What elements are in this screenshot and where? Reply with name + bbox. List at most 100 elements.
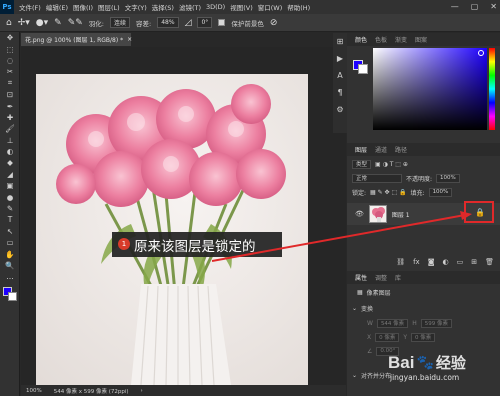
character-icon[interactable]: A xyxy=(333,67,347,84)
opacity-input[interactable]: 100% xyxy=(436,173,460,183)
menu-select[interactable]: 选择(S) xyxy=(152,2,174,12)
crop-tool-icon[interactable]: ⌗ xyxy=(0,78,20,89)
close-document-icon[interactable]: × xyxy=(127,36,132,43)
align-chevron-icon[interactable]: ⌄ xyxy=(352,372,357,379)
color-picker-cursor[interactable] xyxy=(478,50,484,56)
rectangle-tool-icon[interactable]: ▭ xyxy=(0,237,20,248)
frame-tool-icon[interactable]: ⊡ xyxy=(0,89,20,100)
eraser-tool-icon[interactable]: ◆ xyxy=(0,157,20,168)
quick-select-tool-icon[interactable]: ✂ xyxy=(0,66,20,77)
lasso-tool-icon[interactable]: ◌ xyxy=(0,55,20,66)
menu-layer[interactable]: 图层(L) xyxy=(98,2,120,12)
blur-tool-icon[interactable]: ▣ xyxy=(0,180,20,191)
x-label: X xyxy=(367,333,372,341)
filter-icons[interactable]: ▣ ◑ T ⬚ ⊕ xyxy=(375,161,408,168)
new-group-icon[interactable]: ▭ xyxy=(457,258,464,266)
home-icon[interactable]: ⌂ xyxy=(6,18,12,28)
tab-layers[interactable]: 图层 xyxy=(355,145,367,154)
menu-3d[interactable]: 3D(D) xyxy=(206,3,225,11)
hand-tool-icon[interactable]: ✋ xyxy=(0,248,20,259)
dodge-tool-icon[interactable]: ● xyxy=(0,191,20,202)
tab-paths[interactable]: 路径 xyxy=(395,145,407,154)
angle-input[interactable]: 0° xyxy=(197,17,213,28)
tab-channels[interactable]: 通道 xyxy=(375,145,387,154)
fill-input[interactable]: 100% xyxy=(428,187,453,197)
menu-type[interactable]: 文字(Y) xyxy=(125,2,147,12)
tab-adjustments[interactable]: 调整 xyxy=(375,273,387,282)
healing-tool-icon[interactable]: ✚ xyxy=(0,112,20,123)
zoom-level[interactable]: 100% xyxy=(26,388,42,394)
pen-tool-icon[interactable]: ✎ xyxy=(0,203,20,214)
menu-edit[interactable]: 编辑(E) xyxy=(46,2,68,12)
maximize-button[interactable]: ▢ xyxy=(471,2,479,11)
photoshop-logo[interactable]: Ps xyxy=(0,0,14,14)
path-select-tool-icon[interactable]: ↖ xyxy=(0,226,20,237)
delete-layer-icon[interactable]: 🗑 xyxy=(485,258,494,266)
history-icon[interactable]: ⊞ xyxy=(333,33,347,50)
brush-size-icon[interactable]: ●▾ xyxy=(36,18,48,28)
baidu-watermark: Bai 🐾 经验 jingyan.baidu.com xyxy=(388,352,498,392)
h-input[interactable]: 599 像素 xyxy=(420,318,452,328)
layer-filter-select[interactable]: 类型 xyxy=(352,159,372,169)
properties-panel-tabs: 属性 调整 库 xyxy=(347,271,500,284)
window-controls: — ▢ ✕ xyxy=(451,2,497,11)
menu-filter[interactable]: 滤镜(T) xyxy=(179,2,201,12)
brush-mode-icon[interactable]: ✎ xyxy=(54,18,62,28)
type-tool-icon[interactable]: T xyxy=(0,214,20,225)
menu-view[interactable]: 视图(V) xyxy=(230,2,253,12)
layers-footer: ⛓ fx ◙ ◐ ▭ ⊞ 🗑 xyxy=(347,257,500,267)
history-brush-tool-icon[interactable]: ◐ xyxy=(0,146,20,157)
tool-presets-icon[interactable]: ⚙ xyxy=(333,101,347,118)
tolerance-input[interactable]: 48% xyxy=(157,17,179,28)
marquee-tool-icon[interactable]: ⬚ xyxy=(0,43,20,54)
zoom-tool-icon[interactable]: 🔍 xyxy=(0,260,20,271)
tab-properties[interactable]: 属性 xyxy=(355,273,367,282)
eyedropper-tool-icon[interactable]: ✒ xyxy=(0,100,20,111)
document-tab[interactable]: 花.png @ 100% (图层 1, RGB/8) * × xyxy=(21,33,132,46)
more-tool-icon[interactable]: … xyxy=(0,271,20,282)
chevron-down-icon[interactable]: ⌄ xyxy=(352,305,357,312)
layer-style-icon[interactable]: fx xyxy=(413,258,420,266)
layer-mask-icon[interactable]: ◙ xyxy=(428,258,435,266)
toolbar-bg-swatch[interactable] xyxy=(8,291,17,301)
actions-icon[interactable]: ▶ xyxy=(333,50,347,67)
stamp-tool-icon[interactable]: ⊥ xyxy=(0,135,20,146)
status-menu-arrow-icon[interactable]: › xyxy=(141,388,143,394)
tab-swatches[interactable]: 色板 xyxy=(375,35,387,44)
color-picker-field[interactable] xyxy=(373,48,487,130)
tab-libraries[interactable]: 库 xyxy=(395,273,401,282)
protect-foreground-checkbox[interactable] xyxy=(218,19,226,26)
menu-file[interactable]: 文件(F) xyxy=(19,2,41,12)
transform-header[interactable]: ⌄ 变换 xyxy=(347,303,500,313)
color-swatches[interactable] xyxy=(0,286,19,307)
tab-gradients[interactable]: 渐变 xyxy=(395,35,407,44)
paragraph-icon[interactable]: ¶ xyxy=(333,84,347,101)
blend-mode-select[interactable]: 正常 xyxy=(352,173,402,183)
link-layers-icon[interactable]: ⛓ xyxy=(396,258,405,266)
move-tool-icon[interactable]: ✥ xyxy=(0,32,20,43)
tool-preset-icon[interactable]: ✢▾ xyxy=(18,18,30,28)
w-input[interactable]: 544 像素 xyxy=(376,318,409,328)
menu-window[interactable]: 窗口(W) xyxy=(258,2,283,12)
pressure-icon[interactable]: ⊘ xyxy=(270,18,278,28)
brush-tool-icon[interactable]: 🖌 xyxy=(0,123,20,134)
sampling-icon[interactable]: ✎✎ xyxy=(68,18,83,28)
adjustment-layer-icon[interactable]: ◐ xyxy=(443,258,449,266)
background-color-swatch[interactable] xyxy=(358,64,368,74)
tab-patterns[interactable]: 图案 xyxy=(415,35,427,44)
minimize-button[interactable]: — xyxy=(451,2,459,11)
tab-color[interactable]: 颜色 xyxy=(355,35,367,44)
sample-select[interactable]: 连续 xyxy=(110,17,131,28)
w-label: W xyxy=(367,319,373,327)
x-input[interactable]: 0 像素 xyxy=(375,332,400,342)
menu-help[interactable]: 帮助(H) xyxy=(287,2,310,12)
antialias-icon[interactable]: ◿ xyxy=(185,18,192,28)
y-input[interactable]: 0 像素 xyxy=(411,332,436,342)
new-layer-icon[interactable]: ⊞ xyxy=(471,258,477,266)
hue-slider[interactable] xyxy=(489,48,495,130)
lock-options-icons[interactable]: ▦ ✎ ✥ ⬚ 🔒 xyxy=(370,189,407,196)
menu-image[interactable]: 图像(I) xyxy=(73,2,93,12)
close-window-button[interactable]: ✕ xyxy=(490,2,497,11)
gradient-tool-icon[interactable]: ◢ xyxy=(0,169,20,180)
tools-panel: ✥ ⬚ ◌ ✂ ⌗ ⊡ ✒ ✚ 🖌 ⊥ ◐ ◆ ◢ ▣ ● ✎ T ↖ ▭ ✋ 🔍… xyxy=(0,32,20,396)
